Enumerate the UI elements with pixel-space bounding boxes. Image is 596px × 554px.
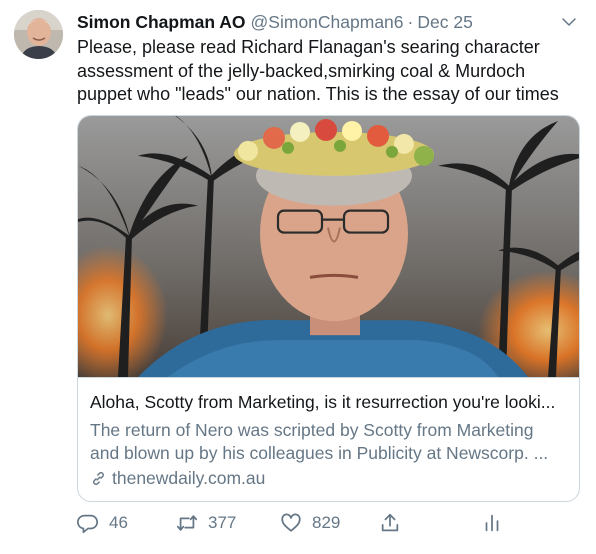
tweet-actions: 46 377 829 [77,512,507,536]
share-icon [381,513,399,532]
chevron-down-icon[interactable] [560,13,578,31]
card-photo [78,116,579,377]
card-image[interactable] [78,116,579,378]
reply-count: 46 [109,513,128,532]
tweet-header: Simon Chapman AO @SimonChapman6 · Dec 25 [77,11,580,33]
author-name[interactable]: Simon Chapman AO [77,12,246,33]
author-handle[interactable]: @SimonChapman6 [251,12,404,33]
link-card[interactable]: Aloha, Scotty from Marketing, is it resu… [77,115,580,502]
analytics-button[interactable] [481,512,513,534]
retweet-button[interactable]: 377 [176,512,236,534]
avatar-image [14,10,63,59]
tweet-text: Please, please read Richard Flanagan's s… [77,37,559,104]
card-title[interactable]: Aloha, Scotty from Marketing, is it resu… [90,392,570,413]
share-button[interactable] [379,512,411,534]
like-count: 829 [312,513,341,532]
reply-button[interactable]: 46 [77,512,128,534]
analytics-icon [485,514,499,532]
retweet-icon [176,515,198,531]
heart-icon [281,513,301,532]
card-domain[interactable]: thenewdaily.com.au [90,468,265,489]
link-icon [93,472,104,485]
tweet-date[interactable]: Dec 25 [417,12,472,33]
avatar[interactable] [14,10,63,59]
retweet-count: 377 [208,513,237,532]
reply-icon [77,514,99,534]
card-description: The return of Nero was scripted by Scott… [90,420,549,463]
like-button[interactable]: 829 [280,512,340,534]
header-separator: · [407,11,414,32]
card-domain-text: thenewdaily.com.au [112,468,266,488]
